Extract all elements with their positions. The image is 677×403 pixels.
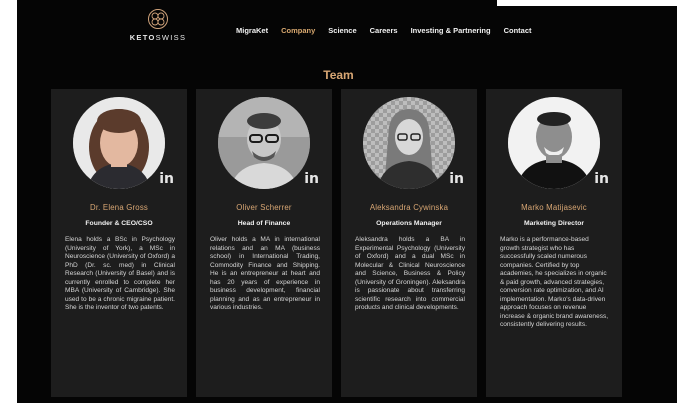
member-bio: Oliver holds a MA in international relat… <box>210 236 320 312</box>
linkedin-icon[interactable]: in <box>304 171 319 187</box>
nav-science[interactable]: Science <box>328 26 356 35</box>
left-margin <box>0 0 17 403</box>
member-role: Marketing Director <box>523 220 585 227</box>
logo-text: KETOSWISS <box>129 33 187 42</box>
member-name: Aleksandra Cywinska <box>369 203 449 212</box>
nav-careers[interactable]: Careers <box>370 26 398 35</box>
team-card: in Aleksandra Cywinska Operations Manage… <box>341 89 477 397</box>
section-title: Team <box>323 68 354 82</box>
nav-company[interactable]: Company <box>281 26 315 35</box>
logo[interactable]: KETOSWISS <box>128 8 188 42</box>
member-bio: Elena holds a BSc in Psychology (Univers… <box>65 236 175 312</box>
member-role: Head of Finance <box>237 220 291 227</box>
member-role: Founder & CEO/CSO <box>85 220 153 227</box>
avatar-photo <box>73 97 165 189</box>
team-cards: in Dr. Elena Gross Founder & CEO/CSO Ele… <box>51 89 622 397</box>
avatar-photo <box>218 97 310 189</box>
linkedin-icon[interactable]: in <box>159 171 174 187</box>
member-name: Oliver Scherrer <box>236 203 292 212</box>
avatar-photo <box>363 97 455 189</box>
member-bio: Aleksandra holds a BA in Experimental Ps… <box>355 236 465 312</box>
avatar-photo <box>508 97 600 189</box>
member-name: Marko Matijasevic <box>521 203 587 212</box>
linkedin-icon[interactable]: in <box>449 171 464 187</box>
team-card: in Oliver Scherrer Head of Finance Olive… <box>196 89 332 397</box>
team-card: in Dr. Elena Gross Founder & CEO/CSO Ele… <box>51 89 187 397</box>
top-strip <box>17 0 677 6</box>
member-role: Operations Manager <box>376 220 442 227</box>
nav-investing-partnering[interactable]: Investing & Partnering <box>411 26 491 35</box>
nav-migraket[interactable]: MigraKet <box>236 26 268 35</box>
main-nav: MigraKet Company Science Careers Investi… <box>236 26 532 35</box>
nav-contact[interactable]: Contact <box>504 26 532 35</box>
member-bio: Marko is a performance-based growth stra… <box>500 236 609 329</box>
logo-mark-icon <box>148 9 168 29</box>
linkedin-icon[interactable]: in <box>594 171 609 187</box>
team-card: in Marko Matijasevic Marketing Director … <box>486 89 622 397</box>
member-name: Dr. Elena Gross <box>89 203 149 212</box>
